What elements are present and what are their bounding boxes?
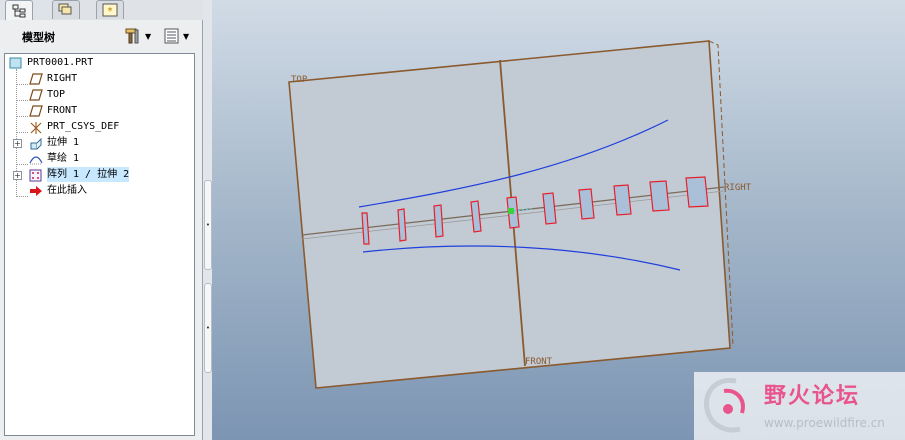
tree-item-label: RIGHT xyxy=(47,73,78,84)
sketch-icon xyxy=(29,153,43,165)
tree-connector xyxy=(16,132,28,133)
pattern-icon xyxy=(29,169,43,181)
model-tree-tab[interactable] xyxy=(5,0,33,20)
tree-item-label: PRT0001.PRT xyxy=(27,57,94,68)
expand-toggle[interactable]: + xyxy=(13,139,22,148)
tree-item-insert-here[interactable]: 在此插入 xyxy=(29,183,87,198)
model-tree: PRT0001.PRT RIGHT TOP FRONT PRT_CSYS_DEF… xyxy=(4,53,195,436)
expand-toggle[interactable]: + xyxy=(13,171,22,180)
tree-item-label: 在此插入 xyxy=(47,185,87,196)
watermark-url: www.proewildfire.cn xyxy=(764,416,885,430)
pattern-member[interactable] xyxy=(433,204,444,238)
tree-show-button[interactable]: ▼ xyxy=(164,26,189,46)
tree-item-sketch-1[interactable]: 草绘 1 xyxy=(29,151,79,166)
tree-connector xyxy=(16,100,28,101)
selection-marker xyxy=(508,208,514,214)
layers-icon xyxy=(58,3,72,15)
pattern-member[interactable] xyxy=(578,188,595,220)
favorites-tab[interactable]: * xyxy=(96,0,124,19)
forum-logo-icon xyxy=(704,377,745,433)
tree-connector xyxy=(16,196,28,197)
tree-item-extrude-1[interactable]: 拉伸 1 xyxy=(29,135,79,150)
svg-text:*: * xyxy=(108,6,113,17)
pattern-member[interactable] xyxy=(397,208,407,242)
tools-icon xyxy=(125,28,139,44)
favorites-icon: * xyxy=(102,3,118,17)
tree-connector xyxy=(16,116,28,117)
tree-item-label: 阵列 1 / 拉伸 2 xyxy=(47,167,130,182)
tree-item-front-plane[interactable]: FRONT xyxy=(29,103,77,118)
pattern-member[interactable] xyxy=(685,176,709,208)
layers-tab[interactable] xyxy=(52,0,80,19)
datum-plane-icon xyxy=(29,104,43,117)
chevron-down-icon: ▼ xyxy=(183,31,190,41)
tree-connector xyxy=(16,84,28,85)
datum-plane-icon xyxy=(29,72,43,85)
csys-icon xyxy=(29,121,43,134)
datum-plane-icon xyxy=(29,88,43,101)
collapse-handle[interactable]: • xyxy=(204,180,212,270)
right-datum-label: RIGHT xyxy=(724,183,752,193)
insert-here-arrow-icon xyxy=(29,185,43,197)
top-datum-label: TOP xyxy=(291,75,308,85)
tree-item-root-part[interactable]: PRT0001.PRT xyxy=(9,55,93,70)
tree-settings-button[interactable]: ▼ xyxy=(124,26,151,46)
tree-item-label: FRONT xyxy=(47,105,78,116)
chevron-down-icon: ▼ xyxy=(145,31,152,41)
panel-header: 模型树 ▼ ▼ xyxy=(0,22,203,50)
navigator-tabstrip: * xyxy=(0,0,203,20)
model-tree-icon xyxy=(12,4,26,17)
tree-item-right-plane[interactable]: RIGHT xyxy=(29,71,77,86)
front-datum-label: FRONT xyxy=(525,357,553,367)
panel-title: 模型树 xyxy=(22,31,55,44)
part-icon xyxy=(9,57,23,69)
extrude-icon xyxy=(29,137,43,149)
tree-item-pattern-1[interactable]: 阵列 1 / 拉伸 2 xyxy=(29,167,130,182)
pattern-member[interactable] xyxy=(613,184,632,216)
watermark-title: 野火论坛 xyxy=(764,384,861,409)
list-icon xyxy=(164,28,179,44)
pattern-member[interactable] xyxy=(542,192,557,225)
collapse-handle[interactable]: • xyxy=(204,283,212,373)
tree-connector xyxy=(16,164,28,165)
model-tree-panel: * 模型树 ▼ ▼ PRT0001.PRT RIGHT TOP FRONT PR… xyxy=(0,0,203,440)
pattern-member[interactable] xyxy=(649,180,670,212)
tree-item-label: PRT_CSYS_DEF xyxy=(47,121,120,132)
tree-item-label: 拉伸 1 xyxy=(47,137,80,148)
tree-item-label: 草绘 1 xyxy=(47,153,80,164)
forum-watermark: 野火论坛 www.proewildfire.cn xyxy=(694,372,905,440)
tree-item-csys[interactable]: PRT_CSYS_DEF xyxy=(29,119,119,134)
tree-item-top-plane[interactable]: TOP xyxy=(29,87,65,102)
tree-item-label: TOP xyxy=(47,89,66,100)
